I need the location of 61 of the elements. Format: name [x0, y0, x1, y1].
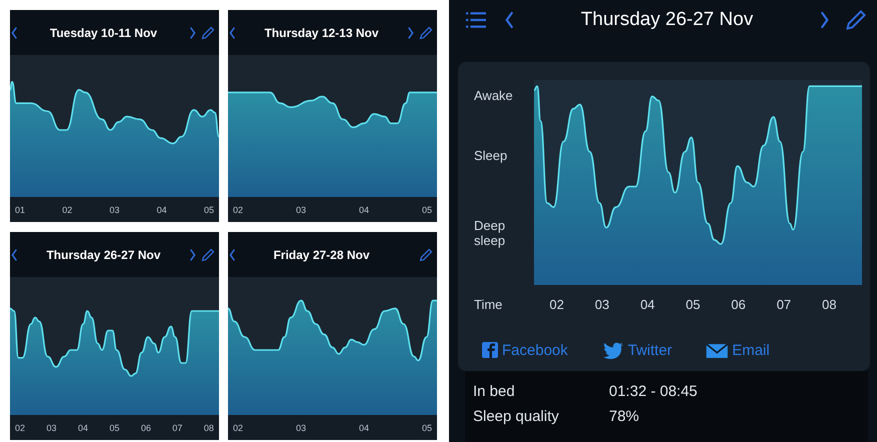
forward-chevron-icon[interactable]	[189, 248, 197, 262]
axis-label: 02	[549, 296, 564, 312]
axis-label: 03	[296, 422, 306, 432]
axis-label: 03	[109, 204, 120, 214]
axis-label: 05	[422, 204, 432, 214]
axis-label: 02	[15, 422, 26, 432]
axis-label: 03	[46, 422, 56, 432]
back-chevron-icon[interactable]	[10, 248, 18, 262]
axis-label: 07	[172, 422, 182, 432]
stat-label: Sleep quality	[473, 408, 560, 425]
axis-label: 03	[296, 204, 306, 214]
axis-label: 04	[358, 422, 369, 432]
axis-label: 06	[140, 422, 151, 432]
share-link[interactable]: Facebook	[482, 341, 568, 359]
stat-value: 78%	[609, 408, 640, 425]
bird-icon	[602, 341, 624, 359]
axis-label: Deep sleep	[474, 218, 506, 248]
stat-label: In bed	[473, 383, 516, 400]
envelope-icon	[706, 342, 728, 358]
date-title: Thursday 26-27 Nov	[45, 248, 162, 262]
back-chevron-icon[interactable]	[228, 248, 236, 262]
share-link[interactable]: Twitter	[602, 341, 672, 359]
date-title: Thursday 26-27 Nov	[580, 9, 754, 31]
pencil-icon[interactable]	[201, 26, 215, 40]
axis-label: Awake	[474, 88, 514, 105]
axis-label: 04	[358, 204, 369, 214]
back-chevron-icon[interactable]	[10, 26, 18, 40]
date-title: Thursday 12-13 Nov	[263, 26, 380, 40]
pencil-icon[interactable]	[845, 9, 867, 31]
back-chevron-icon[interactable]	[503, 10, 515, 30]
pencil-icon[interactable]	[419, 248, 433, 262]
menu-icon[interactable]	[463, 10, 489, 30]
forward-chevron-icon[interactable]	[189, 26, 197, 40]
axis-label: 02	[233, 422, 244, 432]
axis-label: 05	[109, 422, 120, 432]
axis-label: 08	[822, 296, 836, 312]
pencil-icon[interactable]	[419, 26, 433, 40]
axis-label: 06	[731, 296, 746, 312]
axis-label: 04	[156, 204, 167, 214]
axis-label: 04	[78, 422, 88, 432]
axis-label: 05	[422, 422, 432, 432]
stat-value: 01:32 - 08:45	[609, 383, 698, 400]
forward-chevron-icon[interactable]	[407, 26, 415, 40]
axis-label: 02	[62, 204, 72, 214]
axis-label: 02	[233, 204, 244, 214]
facebook-icon	[482, 342, 498, 358]
back-chevron-icon[interactable]	[228, 26, 236, 40]
forward-chevron-icon[interactable]	[819, 10, 831, 30]
axis-label: 08	[204, 422, 214, 432]
share-link[interactable]: Email	[706, 341, 770, 359]
axis-label: 01	[15, 204, 26, 214]
axis-label: Sleep	[474, 148, 508, 165]
pencil-icon[interactable]	[201, 248, 215, 262]
axis-label: 05	[204, 204, 214, 214]
axis-label: 05	[686, 296, 700, 312]
axis-label: 07	[776, 296, 792, 312]
axis-label: 03	[594, 296, 610, 312]
date-title: Tuesday 10-11 Nov	[48, 26, 158, 40]
axis-label: 04	[640, 296, 655, 312]
axis-title: Time	[474, 296, 504, 312]
date-title: Friday 27-28 Nov	[272, 248, 371, 262]
